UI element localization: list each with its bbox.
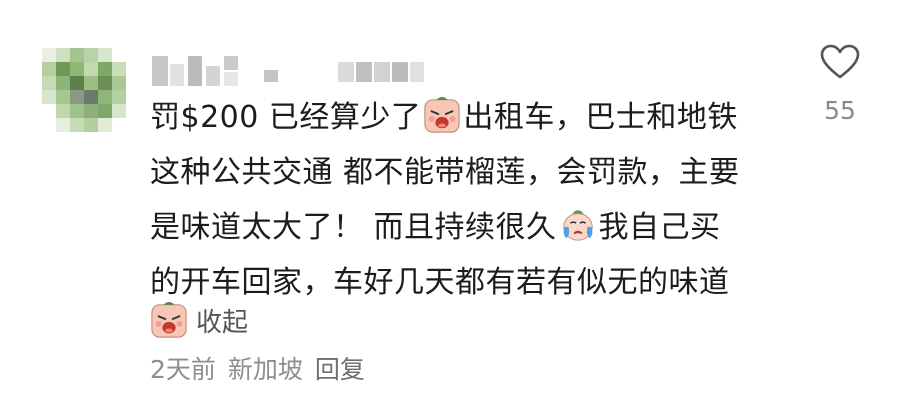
comment-line-2: 这种公共交通 都不能带榴莲，会罚款，主要 [150, 145, 790, 200]
comment-location: 新加坡 [227, 355, 303, 384]
comment-segment: 出租车，巴士和地铁 [463, 100, 738, 135]
collapse-button[interactable]: 收起 [150, 298, 248, 342]
comment-line-3: 是味道太大了！ 而且持续很久 我自己买 [150, 200, 790, 255]
comment-segment: 我自己买 [598, 210, 721, 245]
comment-meta: 2天前 新加坡 回复 [150, 350, 365, 386]
tearful-face-emoji-icon [562, 210, 593, 241]
avatar[interactable] [42, 48, 126, 132]
comment-segment: 是味道太大了！ 而且持续很久 [150, 210, 557, 245]
crying-face-emoji-icon [424, 96, 460, 133]
comment-segment: 的开车回家，车好几天都有若有似无的味道 [150, 265, 730, 300]
comment-time: 2天前 [150, 355, 216, 384]
comment-segment: 罚$200 已经算少了 [150, 100, 422, 135]
collapse-label[interactable]: 收起 [196, 302, 248, 339]
like-count: 55 [824, 96, 856, 125]
comment-line-1: 罚$200 已经算少了 出租车，巴士和地铁 [150, 90, 790, 145]
like-control[interactable]: 55 [812, 44, 868, 125]
reply-button[interactable]: 回复 [315, 350, 365, 386]
comment-segment: 这种公共交通 都不能带榴莲，会罚款，主要 [150, 155, 740, 190]
comment-text: 罚$200 已经算少了 出租车，巴士和地铁 这种公共交通 都不能带榴莲，会罚款，… [150, 90, 790, 310]
heart-outline-icon[interactable] [820, 44, 860, 80]
crying-face-emoji-icon [151, 301, 187, 338]
username-redacted[interactable] [152, 52, 552, 86]
